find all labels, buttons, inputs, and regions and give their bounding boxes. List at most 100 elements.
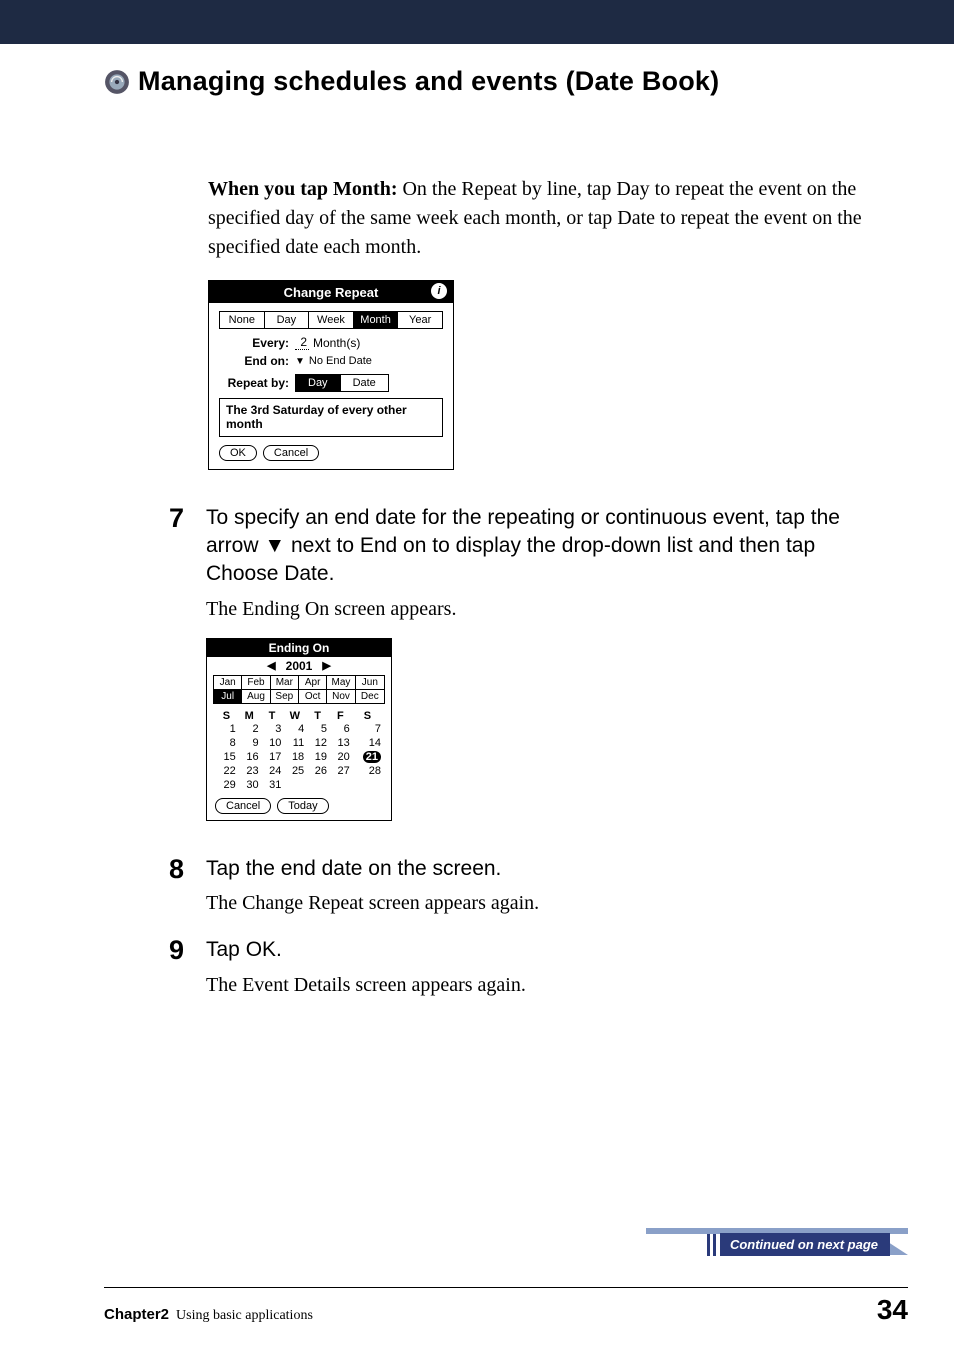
month-sep[interactable]: Sep <box>271 690 299 703</box>
calendar-day[interactable]: 25 <box>283 764 306 778</box>
today-button[interactable]: Today <box>277 798 328 814</box>
continued-bars-icon <box>707 1234 716 1256</box>
tab-month[interactable]: Month <box>354 312 399 328</box>
calendar-day[interactable]: 15 <box>215 750 238 764</box>
step-follow: The Ending On screen appears. <box>206 595 868 624</box>
repeat-by-date[interactable]: Date <box>341 375 388 391</box>
ok-button[interactable]: OK <box>219 445 257 461</box>
calendar-day[interactable]: 10 <box>261 736 284 750</box>
calendar-day[interactable]: 26 <box>306 764 329 778</box>
calendar-day[interactable]: 24 <box>261 764 284 778</box>
info-icon[interactable]: i <box>431 283 447 299</box>
step-number: 9 <box>162 936 184 966</box>
month-jun[interactable]: Jun <box>356 676 384 690</box>
dow-header: W <box>283 710 306 722</box>
calendar-day <box>329 778 352 792</box>
calendar-day[interactable]: 16 <box>238 750 261 764</box>
month-jan[interactable]: Jan <box>214 676 242 690</box>
calendar-day[interactable]: 8 <box>215 736 238 750</box>
calendar-day <box>352 778 383 792</box>
tab-day[interactable]: Day <box>265 312 310 328</box>
change-repeat-title-text: Change Repeat <box>284 285 379 300</box>
calendar-day[interactable]: 14 <box>352 736 383 750</box>
calendar-day[interactable]: 13 <box>329 736 352 750</box>
month-may[interactable]: May <box>327 676 355 690</box>
calendar-day[interactable]: 28 <box>352 764 383 778</box>
calendar-day[interactable]: 17 <box>261 750 284 764</box>
page-number: 34 <box>877 1294 908 1326</box>
step-8: 8 Tap the end date on the screen. The Ch… <box>208 855 868 918</box>
month-oct[interactable]: Oct <box>299 690 327 703</box>
end-on-value[interactable]: No End Date <box>309 355 372 367</box>
year-value: 2001 <box>286 659 313 673</box>
chapter-label: Chapter2 <box>104 1306 169 1323</box>
dow-header: S <box>352 710 383 722</box>
tab-none[interactable]: None <box>220 312 265 328</box>
step-follow: The Event Details screen appears again. <box>206 971 868 1000</box>
every-input[interactable]: 2 <box>295 335 309 350</box>
step-instruction: To specify an end date for the repeating… <box>206 504 868 589</box>
calendar-day[interactable]: 9 <box>238 736 261 750</box>
month-grid: JanFebMarAprMayJun JulAugSepOctNovDec <box>213 675 385 704</box>
calendar-day[interactable]: 22 <box>215 764 238 778</box>
heading-text: Managing schedules and events (Date Book… <box>138 66 719 97</box>
step-instruction: Tap OK. <box>206 936 868 964</box>
calendar-day[interactable]: 7 <box>352 722 383 736</box>
repeat-summary: The 3rd Saturday of every other month <box>219 398 443 437</box>
page-body: Managing schedules and events (Date Book… <box>0 44 954 1352</box>
month-feb[interactable]: Feb <box>242 676 270 690</box>
dow-header: S <box>215 710 238 722</box>
calendar-day[interactable]: 27 <box>329 764 352 778</box>
month-nov[interactable]: Nov <box>327 690 355 703</box>
dow-header: T <box>306 710 329 722</box>
calendar-day[interactable]: 20 <box>329 750 352 764</box>
calendar-day[interactable]: 23 <box>238 764 261 778</box>
step-number: 7 <box>162 504 184 534</box>
repeat-by-day[interactable]: Day <box>296 375 341 391</box>
calendar-day[interactable]: 12 <box>306 736 329 750</box>
calendar-day[interactable]: 5 <box>306 722 329 736</box>
ending-on-screenshot: Ending On ◀ 2001 ▶ JanFebMarAprMayJunJul… <box>206 638 392 821</box>
month-apr[interactable]: Apr <box>299 676 327 690</box>
month-dec[interactable]: Dec <box>356 690 384 703</box>
tab-year[interactable]: Year <box>398 312 442 328</box>
cancel-button[interactable]: Cancel <box>215 798 271 814</box>
month-mar[interactable]: Mar <box>271 676 299 690</box>
repeat-by-row: Repeat by: DayDate <box>219 374 443 392</box>
calendar-day[interactable]: 29 <box>215 778 238 792</box>
repeat-by-label: Repeat by: <box>219 376 289 390</box>
calendar-day[interactable]: 21 <box>352 750 383 764</box>
calendar-day[interactable]: 31 <box>261 778 284 792</box>
calendar-day[interactable]: 4 <box>283 722 306 736</box>
dropdown-arrow-icon[interactable]: ▼ <box>295 356 305 367</box>
repeat-frequency-tabs: NoneDayWeekMonthYear <box>219 311 443 329</box>
continued-banner: Continued on next page <box>707 1233 908 1256</box>
calendar-day[interactable]: 1 <box>215 722 238 736</box>
calendar-day[interactable]: 19 <box>306 750 329 764</box>
chapter-title: Using basic applications <box>176 1308 313 1323</box>
year-next-icon[interactable]: ▶ <box>322 659 330 672</box>
end-on-label: End on: <box>219 354 289 368</box>
calendar-day[interactable]: 3 <box>261 722 284 736</box>
every-unit: Month(s) <box>313 336 360 350</box>
page-footer: Chapter2 Using basic applications 34 <box>104 1287 908 1326</box>
dow-header: F <box>329 710 352 722</box>
calendar-day[interactable]: 18 <box>283 750 306 764</box>
step-instruction: Tap the end date on the screen. <box>206 855 868 883</box>
month-jul[interactable]: Jul <box>214 690 242 703</box>
repeat-by-options: DayDate <box>295 374 389 392</box>
change-repeat-title: Change Repeat i <box>209 281 453 303</box>
intro-paragraph: When you tap Month: On the Repeat by lin… <box>208 175 868 262</box>
calendar-day[interactable]: 11 <box>283 736 306 750</box>
calendar-day[interactable]: 6 <box>329 722 352 736</box>
every-row: Every: 2 Month(s) <box>219 335 443 350</box>
calendar-day[interactable]: 2 <box>238 722 261 736</box>
cancel-button[interactable]: Cancel <box>263 445 319 461</box>
year-prev-icon[interactable]: ◀ <box>267 659 275 672</box>
calendar-day[interactable]: 30 <box>238 778 261 792</box>
dow-header: T <box>261 710 284 722</box>
intro-lead: When you tap Month: <box>208 178 397 200</box>
month-aug[interactable]: Aug <box>242 690 270 703</box>
tab-week[interactable]: Week <box>309 312 354 328</box>
year-selector: ◀ 2001 ▶ <box>207 657 391 675</box>
